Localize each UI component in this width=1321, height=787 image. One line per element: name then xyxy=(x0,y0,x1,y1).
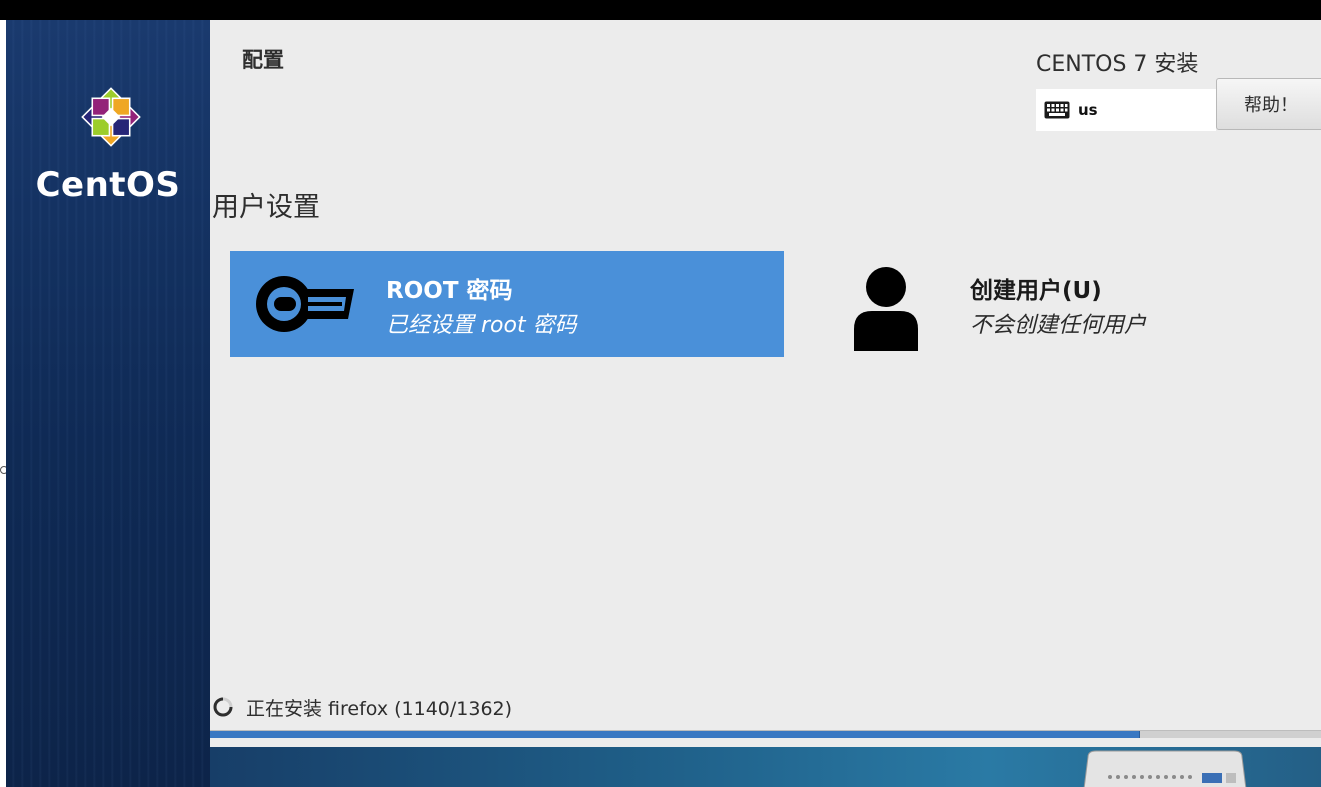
key-icon xyxy=(256,276,354,332)
centos-logo-text: CentOS xyxy=(35,165,181,205)
keyboard-layout-label: us xyxy=(1078,101,1098,119)
centos-logo-icon xyxy=(81,87,141,147)
progress-text: 正在安装 firefox (1140/1362) xyxy=(246,697,513,720)
progress-bar-fill xyxy=(210,731,1140,738)
root-password-status: 已经设置 root 密码 xyxy=(386,313,577,338)
root-password-title: ROOT 密码 xyxy=(386,278,513,304)
keyboard-layout-indicator[interactable]: us xyxy=(1036,89,1216,131)
create-user-title: 创建用户(U) xyxy=(970,278,1102,304)
section-title-user-settings: 用户设置 xyxy=(212,192,320,223)
help-button[interactable]: 帮助！ xyxy=(1216,78,1321,130)
page-title: 配置 xyxy=(242,48,284,72)
install-progress-status: 正在安装 firefox (1140/1362) xyxy=(212,692,512,722)
create-user-status: 不会创建任何用户 xyxy=(970,313,1147,338)
hard-disk-icon xyxy=(1083,750,1247,787)
user-icon xyxy=(854,267,918,351)
desktop-background-strip xyxy=(210,747,1321,787)
main-panel: 配置 CENTOS 7 安装 us 帮助！ 用户设置 ROOT 密码 已经设置 … xyxy=(210,20,1321,747)
progress-bar xyxy=(210,730,1321,738)
spinner-icon xyxy=(213,697,233,717)
keyboard-icon xyxy=(1044,101,1070,119)
sidebar: CentOS xyxy=(6,20,210,787)
window-top-bar xyxy=(0,0,1321,20)
product-title: CENTOS 7 安装 xyxy=(1036,52,1199,77)
create-user-spoke[interactable]: 创建用户(U) 不会创建任何用户 xyxy=(832,251,1312,357)
root-password-spoke[interactable]: ROOT 密码 已经设置 root 密码 xyxy=(230,251,784,357)
